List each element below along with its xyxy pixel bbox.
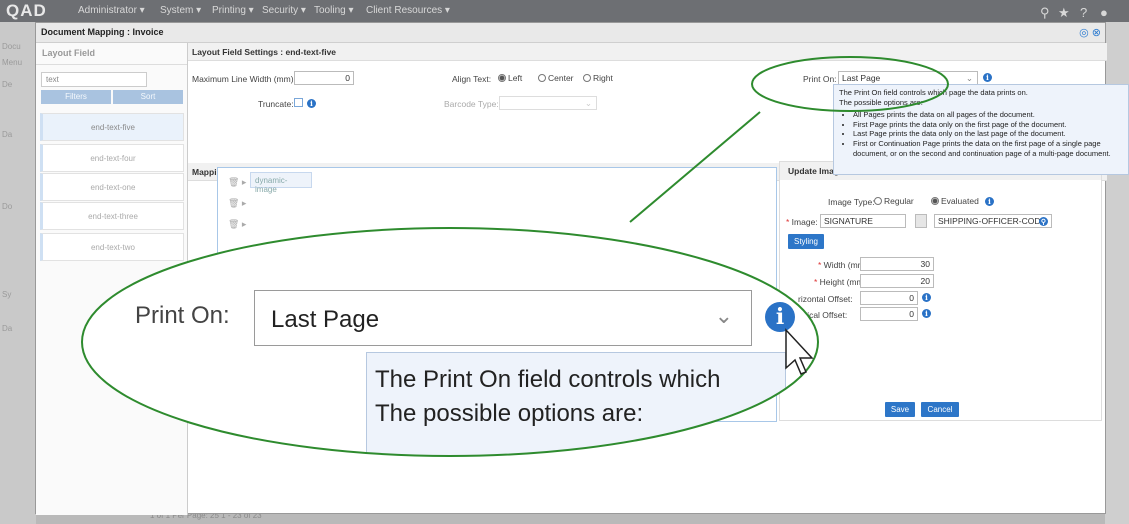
horizontal-offset-info-icon[interactable]: i	[922, 292, 931, 302]
trash-icon[interactable]: 🗑 ▸	[228, 219, 246, 230]
tooltip-bullet: First Page prints the data only on the f…	[853, 120, 1123, 130]
cancel-button[interactable]: Cancel	[921, 402, 959, 417]
mapping-drop-area[interactable]	[217, 167, 777, 422]
search-icon[interactable]: ⚲	[1040, 5, 1050, 21]
image-label: * Image:	[786, 217, 818, 227]
image-type-evaluated-label: Evaluated	[941, 196, 979, 206]
print-on-label: Print On:	[803, 74, 837, 84]
sort-button[interactable]: Sort	[113, 90, 183, 104]
menu-user[interactable]: Administrator ▾	[78, 5, 145, 16]
menu-client-resources[interactable]: Client Resources ▾	[366, 5, 450, 16]
trash-icon[interactable]: 🗑 ▸	[228, 198, 246, 209]
tooltip-line-1: The Print On field controls which page t…	[839, 88, 1028, 97]
chevron-down-icon: ⌄	[965, 73, 973, 83]
dialog-header: Document Mapping : Invoice ◎ ⊗	[36, 23, 1105, 43]
vertical-offset-input[interactable]: 0	[860, 307, 918, 321]
align-left-radio[interactable]: Left	[498, 73, 522, 83]
user-icon[interactable]: ●	[1100, 5, 1108, 20]
dialog-title: Document Mapping : Invoice	[41, 27, 164, 37]
star-icon[interactable]: ★	[1058, 5, 1070, 21]
barcode-type-label: Barcode Type:	[444, 99, 499, 109]
align-center-label: Center	[548, 73, 574, 83]
image-browse-button[interactable]	[915, 214, 927, 228]
layout-field-item[interactable]: end-text-one	[40, 173, 184, 201]
tooltip-bullet: All Pages prints the data on all pages o…	[853, 110, 1123, 120]
truncate-checkbox[interactable]	[294, 98, 303, 108]
save-button[interactable]: Save	[885, 402, 915, 417]
tooltip-bullet: Last Page prints the data only on the la…	[853, 129, 1123, 139]
help-icon[interactable]: ?	[1080, 5, 1087, 20]
image-type-info-icon[interactable]: i	[985, 196, 994, 206]
app-top-bar: QAD Administrator ▾ System ▾ Printing ▾ …	[0, 0, 1129, 22]
vertical-offset-label: rtical Offset:	[802, 310, 848, 320]
horizontal-offset-input[interactable]: 0	[860, 291, 918, 305]
layout-field-search-input[interactable]: text	[41, 72, 147, 87]
layout-field-item[interactable]: end-text-three	[40, 202, 184, 230]
align-right-label: Right	[593, 73, 613, 83]
dialog-close-icon[interactable]: ◎ ⊗	[1079, 26, 1101, 39]
print-on-info-icon[interactable]: i	[983, 72, 992, 82]
align-text-label: Align Text:	[452, 74, 492, 84]
print-on-select[interactable]: Last Page ⌄	[838, 71, 978, 85]
mapping-chip[interactable]: dynamic-image	[250, 172, 312, 194]
image-code-lookup-icon[interactable]: ⚲	[1039, 216, 1048, 226]
bg-label: Docu	[2, 42, 21, 51]
tooltip-line-2: The possible options are:	[839, 97, 923, 107]
layout-field-item[interactable]: end-text-two	[40, 233, 184, 261]
bg-label: Sy	[2, 290, 12, 299]
menu-system[interactable]: System ▾	[160, 5, 201, 16]
bg-label: De	[2, 80, 13, 89]
height-input[interactable]: 20	[860, 274, 934, 288]
image-type-evaluated-radio[interactable]: Evaluated	[931, 196, 979, 206]
image-code-input[interactable]: SHIPPING-OFFICER-COD	[934, 214, 1052, 228]
layout-field-settings-header: Layout Field Settings : end-text-five	[188, 43, 1107, 61]
menu-tooling[interactable]: Tooling ▾	[314, 5, 354, 16]
update-image-panel: Update Imag Image Type: Regular Evaluate…	[779, 161, 1102, 421]
bg-label: Da	[2, 324, 13, 333]
layout-field-item[interactable]: end-text-five	[40, 113, 184, 141]
max-width-input[interactable]: 0	[294, 71, 354, 85]
bg-label: Da	[2, 130, 13, 139]
layout-field-item[interactable]: end-text-four	[40, 144, 184, 172]
image-type-label: Image Type:	[828, 197, 875, 207]
bg-label: Do	[2, 202, 13, 211]
layout-field-header: Layout Field	[36, 43, 187, 65]
print-on-value: Last Page	[842, 73, 881, 83]
max-width-label: Maximum Line Width (mm):	[192, 74, 296, 84]
width-input[interactable]: 30	[860, 257, 934, 271]
align-center-radio[interactable]: Center	[538, 73, 574, 83]
menu-printing[interactable]: Printing ▾	[212, 5, 254, 16]
align-left-label: Left	[508, 73, 523, 83]
barcode-type-select[interactable]: ⌄	[499, 96, 597, 110]
image-type-regular-radio[interactable]: Regular	[874, 196, 914, 206]
align-right-radio[interactable]: Right	[583, 73, 613, 83]
print-on-tooltip: The Print On field controls which page t…	[833, 84, 1129, 175]
background-sidebar: Docu Menu De Da Do Sy Da	[0, 22, 36, 524]
image-label-text: Image:	[791, 217, 818, 227]
trash-icon[interactable]: 🗑 ▸	[228, 177, 246, 188]
styling-tab[interactable]: Styling	[788, 234, 824, 249]
image-type-regular-label: Regular	[884, 196, 914, 206]
tooltip-bullet: First or Continuation Page prints the da…	[853, 139, 1123, 158]
bg-label: Menu	[2, 58, 23, 67]
tooltip-bullets: All Pages prints the data on all pages o…	[853, 110, 1123, 158]
app-logo[interactable]: QAD	[6, 1, 47, 21]
horizontal-offset-label: rizontal Offset:	[798, 294, 853, 304]
layout-field-panel: Layout Field text Filters Sort end-text-…	[36, 43, 188, 515]
truncate-info-icon[interactable]: i	[307, 98, 316, 108]
image-input[interactable]: SIGNATURE	[820, 214, 906, 228]
menu-security[interactable]: Security ▾	[262, 5, 306, 16]
chevron-down-icon: ⌄	[584, 98, 592, 108]
filters-button[interactable]: Filters	[41, 90, 111, 104]
truncate-label: Truncate:	[258, 99, 294, 109]
vertical-offset-info-icon[interactable]: i	[922, 308, 931, 318]
